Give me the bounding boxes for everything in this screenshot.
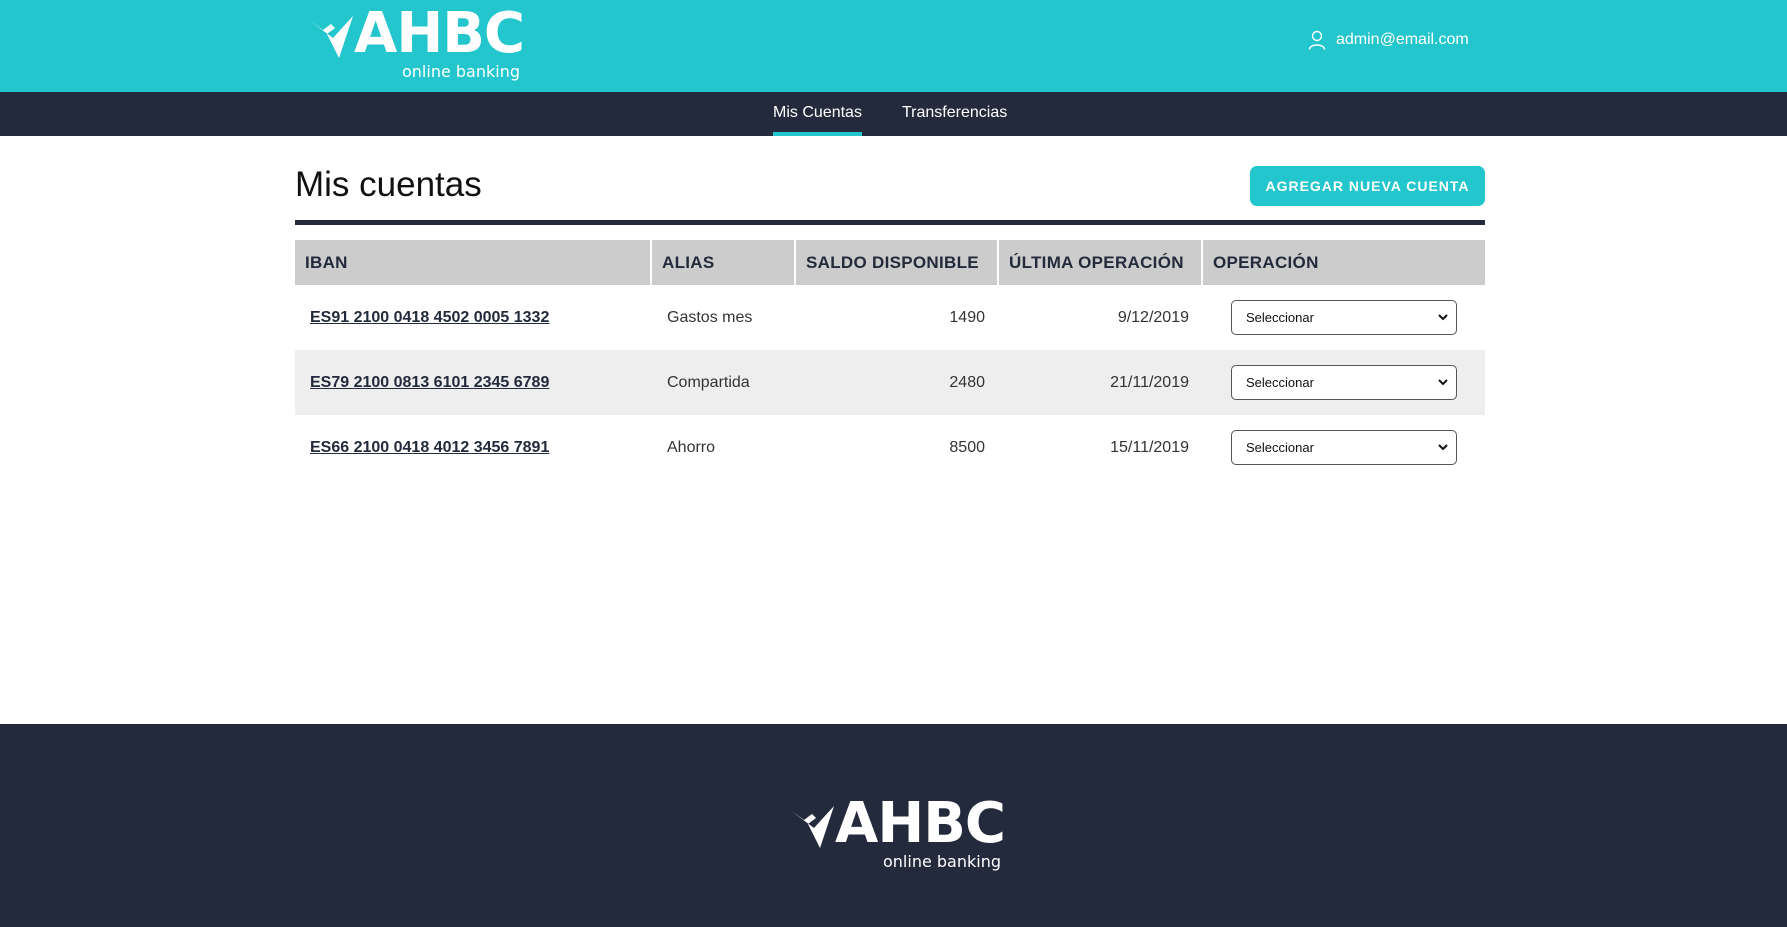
chevron-down-icon [1438, 314, 1448, 321]
title-divider [295, 220, 1485, 225]
column-header-saldo: SALDO DISPONIBLE [796, 240, 999, 285]
ultima-operacion-cell: 15/11/2019 [1110, 438, 1189, 456]
ultima-operacion-cell: 9/12/2019 [1117, 308, 1189, 326]
user-icon [1308, 30, 1326, 50]
logo-text: AHBC [835, 791, 1006, 856]
column-header-operacion: OPERACIÓN [1213, 253, 1319, 272]
footer-logo[interactable]: AHBC online banking [790, 796, 1006, 871]
operation-select-value: Seleccionar [1246, 375, 1314, 390]
table-row: ES79 2100 0813 6101 2345 6789 Compartida… [295, 350, 1485, 415]
saldo-cell: 1490 [949, 308, 985, 326]
logo-text: AHBC [354, 1, 525, 66]
footer: AHBC online banking [0, 724, 1787, 927]
alias-cell: Compartida [667, 373, 750, 391]
operation-select-value: Seleccionar [1246, 440, 1314, 455]
table-header: IBAN ALIAS SALDO DISPONIBLE ÚLTIMA OPERA… [295, 240, 1485, 285]
ultima-operacion-cell: 21/11/2019 [1110, 373, 1189, 391]
header-logo[interactable]: AHBC online banking [309, 6, 525, 81]
bird-logo-icon [309, 16, 353, 58]
user-account[interactable]: admin@email.com [1308, 28, 1469, 52]
operation-select[interactable]: Seleccionar [1231, 430, 1457, 465]
operation-select[interactable]: Seleccionar [1231, 365, 1457, 400]
page-title: Mis cuentas [295, 165, 482, 204]
column-header-iban: IBAN [295, 240, 652, 285]
operation-select[interactable]: Seleccionar [1231, 300, 1457, 335]
tab-transferencias[interactable]: Transferencias [902, 92, 1007, 136]
add-account-button[interactable]: AGREGAR NUEVA CUENTA [1250, 166, 1485, 206]
main-nav: Mis Cuentas Transferencias [0, 92, 1787, 136]
column-header-alias: ALIAS [652, 240, 796, 285]
iban-link[interactable]: ES79 2100 0813 6101 2345 6789 [310, 374, 549, 391]
tab-mis-cuentas[interactable]: Mis Cuentas [773, 92, 862, 136]
chevron-down-icon [1438, 444, 1448, 451]
chevron-down-icon [1438, 379, 1448, 386]
iban-link[interactable]: ES66 2100 0418 4012 3456 7891 [310, 439, 549, 456]
operation-select-value: Seleccionar [1246, 310, 1314, 325]
bird-logo-icon [790, 806, 834, 848]
accounts-table: IBAN ALIAS SALDO DISPONIBLE ÚLTIMA OPERA… [295, 240, 1485, 480]
column-header-ultima-operacion: ÚLTIMA OPERACIÓN [999, 240, 1203, 285]
saldo-cell: 8500 [949, 438, 985, 456]
logo-subtitle: online banking [883, 852, 1001, 871]
user-email: admin@email.com [1336, 31, 1469, 48]
alias-cell: Ahorro [667, 438, 716, 456]
iban-link[interactable]: ES91 2100 0418 4502 0005 1332 [310, 309, 549, 326]
table-row: ES91 2100 0418 4502 0005 1332 Gastos mes… [295, 285, 1485, 350]
logo-subtitle: online banking [402, 62, 520, 81]
top-header: AHBC online banking admin@email.com [0, 0, 1787, 92]
alias-cell: Gastos mes [667, 308, 753, 326]
table-row: ES66 2100 0418 4012 3456 7891 Ahorro 850… [295, 415, 1485, 480]
saldo-cell: 2480 [949, 373, 985, 391]
